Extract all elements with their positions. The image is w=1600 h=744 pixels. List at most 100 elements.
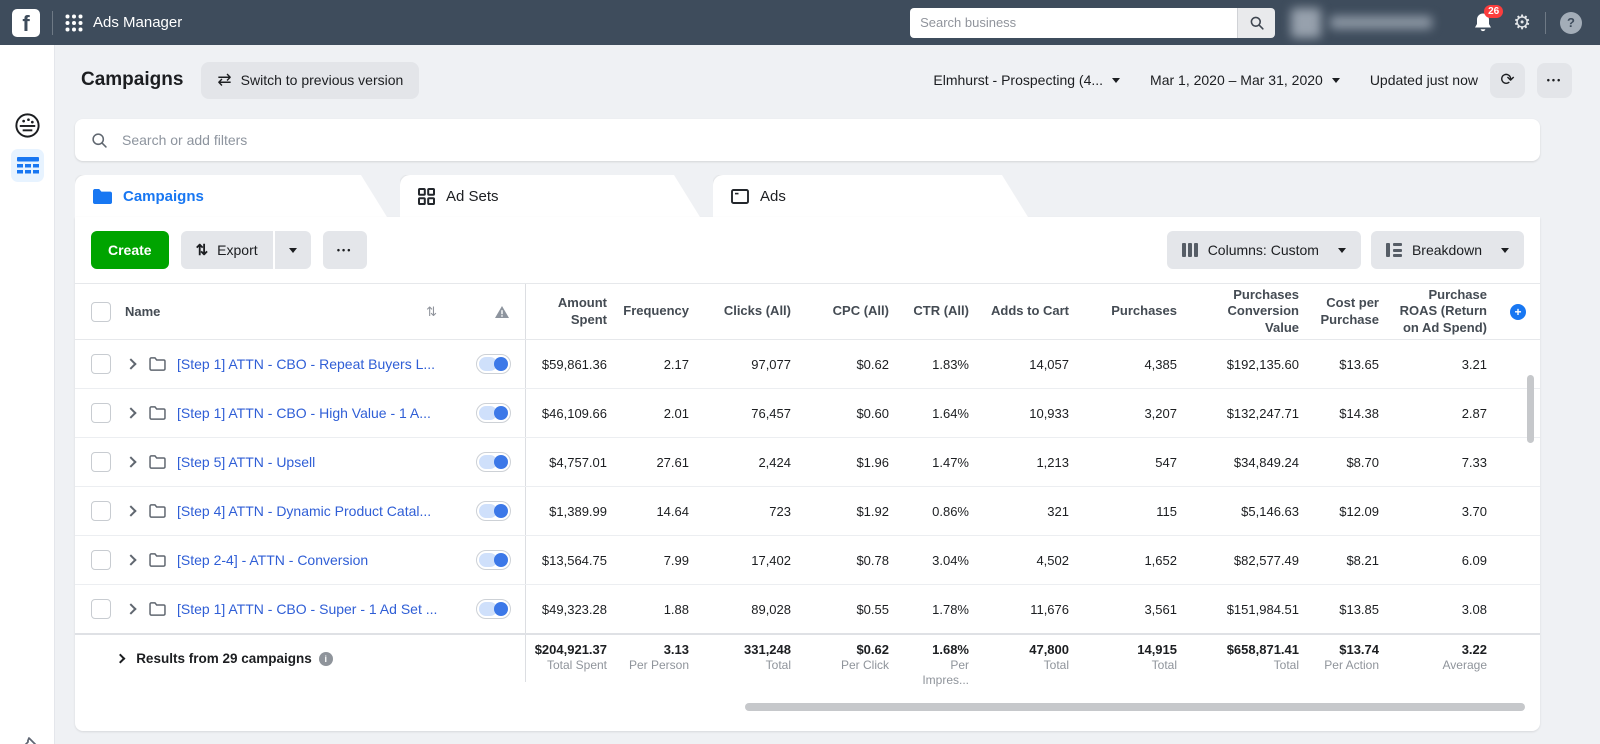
column-header-amount-spent[interactable]: Amount Spent (526, 295, 621, 328)
pin-icon[interactable] (14, 735, 40, 744)
account-selector[interactable]: Elmhurst - Prospecting (4... (933, 72, 1120, 88)
campaign-name-link[interactable]: [Step 1] ATTN - CBO - Repeat Buyers L... (177, 356, 468, 372)
notifications-button[interactable]: 26 (1473, 12, 1495, 34)
left-sidebar (0, 45, 55, 744)
help-button[interactable]: ? (1560, 12, 1582, 34)
column-header-ctr[interactable]: CTR (All) (903, 303, 983, 319)
campaign-toggle[interactable] (476, 599, 511, 619)
user-name-redacted (1330, 16, 1432, 29)
expand-chevron-icon[interactable] (125, 407, 136, 418)
cell-frequency: 27.61 (621, 455, 703, 470)
add-column-icon[interactable]: + (1510, 304, 1526, 320)
cell-adds-to-cart: 1,213 (983, 455, 1083, 470)
column-header-cpc[interactable]: CPC (All) (805, 303, 903, 319)
cell-cpc: $0.55 (805, 602, 903, 617)
create-button[interactable]: Create (91, 231, 169, 269)
campaign-toggle[interactable] (476, 403, 511, 423)
cell-clicks: 17,402 (703, 553, 805, 568)
column-header-purchases[interactable]: Purchases (1083, 303, 1191, 319)
account-overview-icon[interactable] (13, 111, 42, 145)
row-checkbox[interactable] (91, 452, 111, 472)
divider (1545, 12, 1546, 34)
cell-roas: 3.08 (1393, 602, 1501, 617)
refresh-button[interactable]: ⟳ (1490, 63, 1525, 98)
info-icon[interactable]: i (319, 652, 333, 666)
cell-clicks: 76,457 (703, 406, 805, 421)
column-header-adds-to-cart[interactable]: Adds to Cart (983, 303, 1083, 319)
campaign-name-link[interactable]: [Step 1] ATTN - CBO - Super - 1 Ad Set .… (177, 601, 468, 617)
cell-conversion-value: $5,146.63 (1191, 504, 1313, 519)
campaign-toggle[interactable] (476, 501, 511, 521)
export-dropdown-button[interactable] (275, 231, 311, 269)
app-title: Ads Manager (93, 14, 182, 31)
campaign-toggle[interactable] (476, 550, 511, 570)
cell-clicks: 97,077 (703, 357, 805, 372)
more-icon: ••• (337, 245, 352, 255)
horizontal-scrollbar[interactable] (745, 703, 1525, 711)
column-header-purchase-roas[interactable]: Purchase ROAS (Return on Ad Spend) (1393, 287, 1501, 336)
date-range-selector[interactable]: Mar 1, 2020 – Mar 31, 2020 (1150, 72, 1340, 88)
expand-chevron-icon[interactable] (125, 358, 136, 369)
campaign-name-link[interactable]: [Step 1] ATTN - CBO - High Value - 1 A..… (177, 405, 468, 421)
top-navigation-bar: f Ads Manager 26 ⚙ ? (0, 0, 1600, 45)
toolbar-more-button[interactable]: ••• (323, 231, 367, 269)
total-cpc: $0.62 (856, 642, 889, 657)
avatar (1291, 8, 1321, 38)
cell-purchases: 547 (1083, 455, 1191, 470)
campaign-name-link[interactable]: [Step 2-4] - ATTN - Conversion (177, 552, 468, 568)
row-checkbox[interactable] (91, 354, 111, 374)
row-checkbox[interactable] (91, 550, 111, 570)
settings-gear-icon[interactable]: ⚙ (1513, 13, 1531, 33)
breakdown-button[interactable]: Breakdown (1371, 231, 1524, 269)
total-sub: Total (1044, 658, 1069, 672)
filter-search-input[interactable] (122, 132, 1524, 148)
column-header-frequency[interactable]: Frequency (621, 303, 703, 319)
tab-ads[interactable]: Ads (713, 175, 1028, 217)
tab-ads-label: Ads (760, 188, 786, 205)
campaign-name-link[interactable]: [Step 5] ATTN - Upsell (177, 454, 468, 470)
total-sub: Per Impres... (922, 658, 969, 687)
delivery-warning-icon (495, 306, 509, 318)
folder-icon (149, 357, 166, 371)
cell-roas: 7.33 (1393, 455, 1501, 470)
cell-conversion-value: $82,577.49 (1191, 553, 1313, 568)
page-title: Campaigns (81, 69, 183, 91)
vertical-scrollbar[interactable] (1527, 375, 1534, 443)
column-header-cost-per-purchase[interactable]: Cost per Purchase (1313, 295, 1393, 328)
campaign-name-link[interactable]: [Step 4] ATTN - Dynamic Product Catal... (177, 503, 468, 519)
columns-selector-button[interactable]: Columns: Custom (1167, 231, 1361, 269)
business-search-input[interactable] (910, 8, 1237, 38)
row-checkbox[interactable] (91, 599, 111, 619)
campaign-toggle[interactable] (476, 354, 511, 374)
expand-chevron-icon[interactable] (125, 603, 136, 614)
expand-chevron-icon[interactable] (116, 653, 126, 663)
row-checkbox[interactable] (91, 501, 111, 521)
facebook-logo-icon[interactable]: f (12, 9, 40, 37)
cell-conversion-value: $151,984.51 (1191, 602, 1313, 617)
total-clicks: 331,248 (744, 642, 791, 657)
search-submit-button[interactable] (1237, 8, 1275, 38)
column-header-clicks[interactable]: Clicks (All) (703, 303, 805, 319)
switch-version-button[interactable]: ⇄ Switch to previous version (201, 62, 419, 99)
header-more-button[interactable]: ••• (1537, 63, 1572, 98)
cell-purchases: 1,652 (1083, 553, 1191, 568)
column-header-purchases-conversion-value[interactable]: Purchases Conversion Value (1191, 287, 1313, 336)
campaign-toggle[interactable] (476, 452, 511, 472)
column-header-name[interactable]: Name (125, 304, 160, 319)
total-sub: Total Spent (547, 658, 607, 672)
tab-ad-sets[interactable]: Ad Sets (400, 175, 700, 217)
expand-chevron-icon[interactable] (125, 505, 136, 516)
breakdown-icon (1386, 243, 1402, 257)
campaigns-table-nav-icon[interactable] (11, 149, 44, 182)
expand-chevron-icon[interactable] (125, 456, 136, 467)
row-checkbox[interactable] (91, 403, 111, 423)
cell-purchases: 3,207 (1083, 406, 1191, 421)
app-grid-icon[interactable] (65, 14, 83, 32)
user-profile[interactable] (1291, 8, 1451, 38)
select-all-checkbox[interactable] (91, 302, 111, 322)
sort-icon[interactable]: ⇅ (426, 304, 437, 320)
expand-chevron-icon[interactable] (125, 554, 136, 565)
export-button[interactable]: ⇅ Export (181, 231, 273, 269)
tab-campaigns[interactable]: Campaigns (75, 175, 387, 217)
ad-sets-grid-icon (418, 188, 435, 205)
